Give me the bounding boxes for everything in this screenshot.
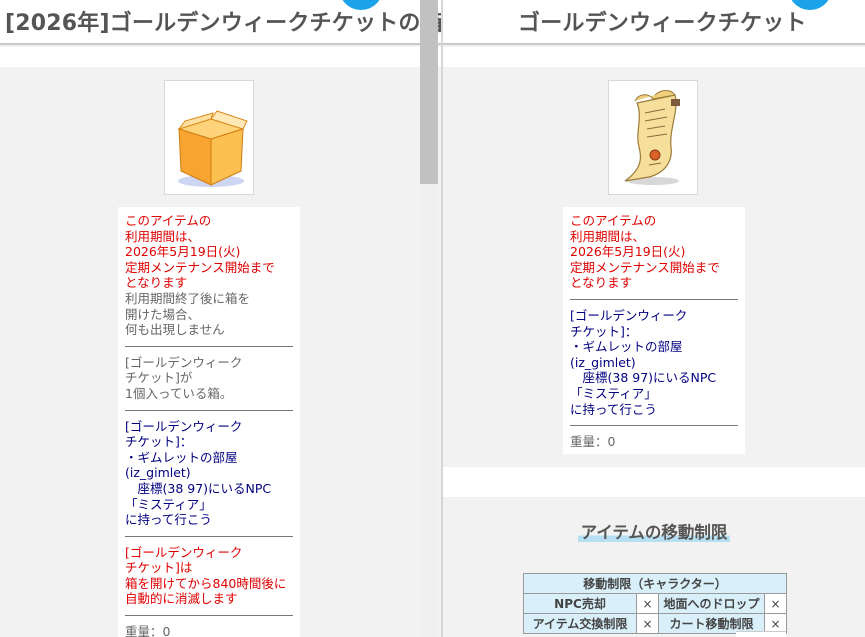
- restriction-table: 移動制限（キャラクター） NPC売却 × 地面へのドロップ × アイテム交換制限…: [523, 573, 787, 634]
- box-contents: [ゴールデンウィーク チケット]が 1個入っている箱。: [125, 354, 243, 401]
- usage-instructions: [ゴールデンウィーク チケット]： ・ギムレットの部屋 (iz_gimlet) …: [125, 418, 272, 528]
- table-header-row: 移動制限（キャラクター）: [523, 573, 787, 594]
- divider: [125, 615, 293, 617]
- right-header: ゴールデンウィークチケット: [443, 0, 865, 45]
- left-pane: このアイテムの 利用期間は、 2026年5月19日(火) 定期メンテナンス開始ま…: [0, 0, 441, 637]
- restriction-mark: ×: [636, 593, 659, 614]
- divider: [570, 425, 738, 427]
- restriction-label: アイテム交換制限: [523, 613, 637, 634]
- expiry-note: 利用期間終了後に箱を 開けた場合、 何も出現しません: [125, 290, 251, 338]
- expiry-notice: このアイテムの 利用期間は、 2026年5月19日(火) 定期メンテナンス開始ま…: [125, 213, 275, 291]
- table-header: 移動制限（キャラクター）: [523, 573, 787, 594]
- item-weight: 重量：0: [125, 624, 171, 637]
- usage-instructions: [ゴールデンウィーク チケット]： ・ギムレットの部屋 (iz_gimlet) …: [570, 307, 717, 417]
- scroll-ticket-icon: [624, 90, 680, 185]
- overlay-edge: [736, 631, 786, 637]
- scrollbar-thumb[interactable]: [420, 0, 438, 184]
- item-description-card: このアイテムの 利用期間は、 2026年5月19日(火) 定期メンテナンス開始ま…: [563, 207, 745, 454]
- restriction-label: NPC売却: [523, 593, 637, 614]
- left-header: [2026年]ゴールデンウィークチケットの箱: [0, 0, 441, 45]
- divider: [125, 345, 293, 347]
- table-row: NPC売却 × 地面へのドロップ ×: [523, 593, 787, 614]
- section-title-text: アイテムの移動制限: [577, 523, 731, 542]
- right-pane: このアイテムの 利用期間は、 2026年5月19日(火) 定期メンテナンス開始ま…: [443, 0, 865, 637]
- item-weight: 重量：0: [570, 434, 616, 450]
- restriction-mark: ×: [636, 613, 659, 634]
- left-strip: [0, 47, 441, 67]
- divider: [570, 298, 738, 300]
- item-image: [608, 80, 698, 195]
- expiry-notice: このアイテムの 利用期間は、 2026年5月19日(火) 定期メンテナンス開始ま…: [570, 213, 720, 291]
- restriction-mark: ×: [764, 593, 787, 614]
- right-strip: [443, 47, 865, 67]
- page-title: [2026年]ゴールデンウィークチケットの箱: [5, 11, 441, 36]
- divider: [125, 535, 293, 537]
- orange-box-icon: [177, 110, 248, 187]
- section-heading: アイテムの移動制限: [443, 519, 865, 543]
- restriction-label: 地面へのドロップ: [658, 593, 765, 614]
- divider: [125, 409, 293, 411]
- section-separator-band: [443, 467, 865, 497]
- item-image: [164, 80, 254, 195]
- page-title: ゴールデンウィークチケット: [518, 11, 807, 36]
- expiration-warning: [ゴールデンウィーク チケット]は 箱を開けてから840時間後に 自動的に消滅し…: [125, 544, 287, 607]
- item-description-card: このアイテムの 利用期間は、 2026年5月19日(火) 定期メンテナンス開始ま…: [118, 207, 300, 637]
